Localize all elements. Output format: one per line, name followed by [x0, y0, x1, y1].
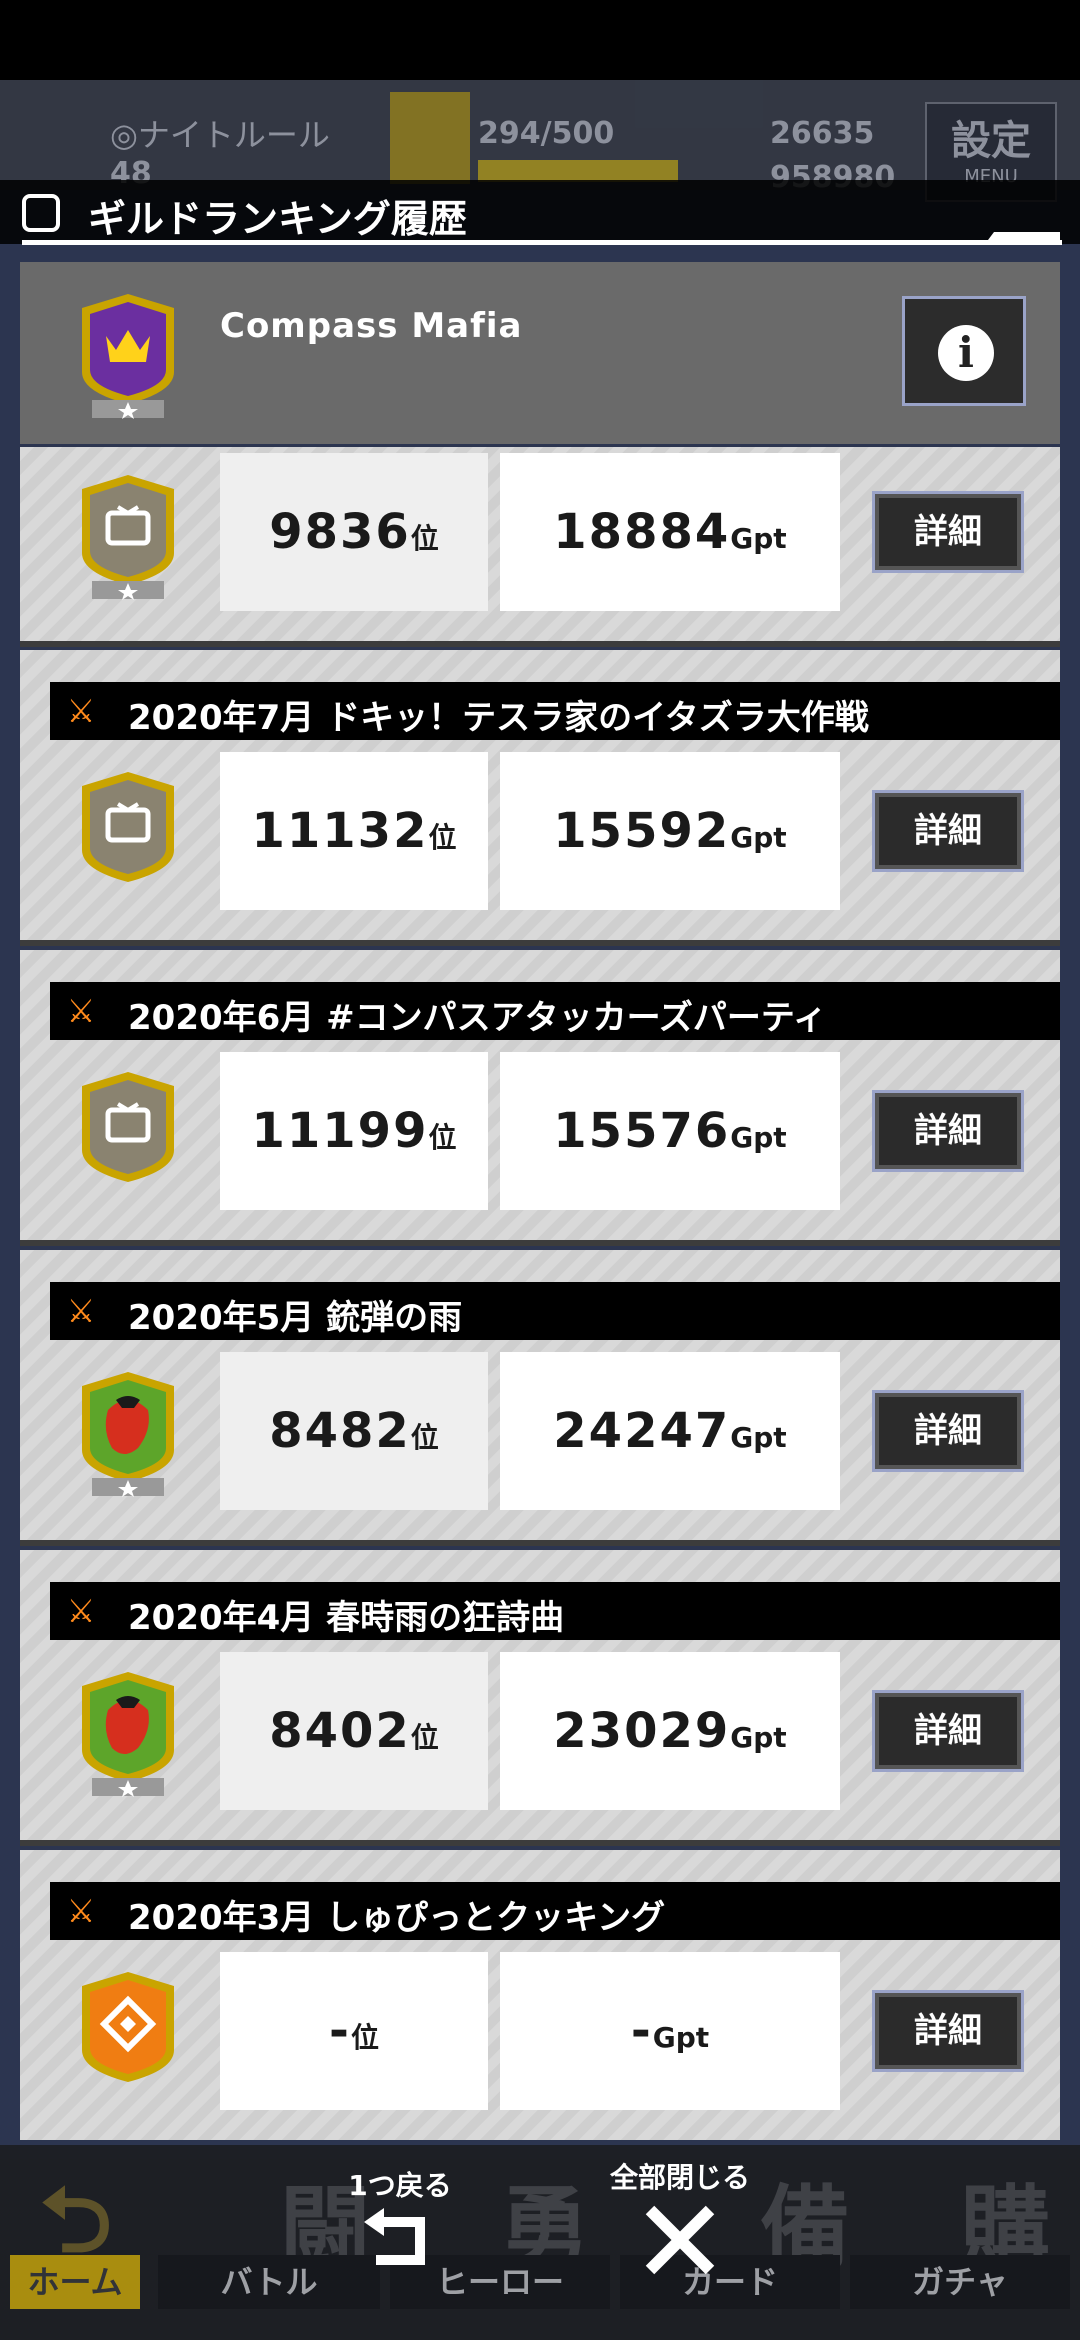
detail-button[interactable]: 詳細: [872, 790, 1024, 872]
event-bar: ⚔ 2020年3月 しゅぴっとクッキング: [50, 1882, 1060, 1940]
rank-cell: 11199位: [220, 1052, 488, 1210]
detail-button[interactable]: 詳細: [872, 1990, 1024, 2072]
back-arrow-icon: [364, 2208, 425, 2265]
modal-title-bar: ギルドランキング履歴: [0, 180, 1080, 244]
event-title: 2020年7月 ドキッ！テスラ家のイタズラ大作戦: [128, 698, 869, 738]
top-hud: ◎ナイトルール 48 294/500 26635 958980 設定 MENU: [0, 80, 1080, 202]
gpt-cell: 15576Gpt: [500, 1052, 840, 1210]
tv-emblem-icon: [82, 1072, 174, 1182]
close-icon: [645, 2205, 715, 2275]
rank-cell: 8402位: [220, 1652, 488, 1810]
title-underline-tab: [985, 232, 1060, 244]
gpt-cell: 24247Gpt: [500, 1352, 840, 1510]
guild-name: Compass Mafia: [220, 306, 523, 346]
title-underline: [22, 240, 1062, 245]
rank-cell: 11132位: [220, 752, 488, 910]
event-bar: ⚔ 2020年5月 銃弾の雨: [50, 1282, 1060, 1340]
detail-button[interactable]: 詳細: [872, 491, 1024, 573]
event-bar: ⚔ 2020年7月 ドキッ！テスラ家のイタズラ大作戦: [50, 682, 1060, 740]
event-title: 2020年6月 #コンパスアタッカーズパーティ: [128, 998, 827, 1038]
currency-coins: 26635: [770, 116, 875, 151]
crossed-swords-icon: ⚔: [66, 692, 96, 730]
event-title: 2020年5月 銃弾の雨: [128, 1298, 463, 1338]
rank-cell: -位: [220, 1952, 488, 2110]
event-bar: ⚔ 2020年6月 #コンパスアタッカーズパーティ: [50, 982, 1060, 1040]
close-all-label: 全部閉じる: [609, 2161, 750, 2194]
exp-readout: 294/500: [478, 116, 615, 151]
crossed-swords-icon: ⚔: [66, 1292, 96, 1330]
detail-button[interactable]: 詳細: [872, 1690, 1024, 1772]
exp-bar: [478, 160, 678, 182]
nav-home[interactable]: ホーム: [10, 2255, 140, 2309]
info-icon: i: [938, 325, 994, 381]
crossed-swords-icon: ⚔: [66, 1892, 96, 1930]
ranking-entry: ⚔ 2020年4月 春時雨の狂詩曲 8402位 23029Gpt 詳細: [20, 1550, 1060, 1846]
crossed-swords-icon: ⚔: [66, 1592, 96, 1630]
tv-emblem-icon: [82, 475, 174, 600]
modal-title: ギルドランキング履歴: [88, 197, 467, 241]
dragon-emblem-icon: [82, 1672, 174, 1797]
event-title: 2020年3月 しゅぴっとクッキング: [128, 1898, 666, 1938]
rank-cell: 9836位: [220, 453, 488, 611]
dragon-emblem-icon: [82, 1372, 174, 1497]
nav-gacha[interactable]: ガチャ: [850, 2255, 1070, 2309]
info-button[interactable]: i: [902, 296, 1026, 406]
ranking-entry: ⚔ 2020年7月 ドキッ！テスラ家のイタズラ大作戦 11132位 15592G…: [20, 650, 1060, 946]
close-all-button[interactable]: [640, 2200, 720, 2280]
event-title: 2020年4月 春時雨の狂詩曲: [128, 1598, 565, 1638]
settings-label: 設定: [951, 118, 1031, 164]
crossed-swords-icon: ⚔: [66, 992, 96, 1030]
event-bar: ⚔ 2020年4月 春時雨の狂詩曲: [50, 1582, 1060, 1640]
tv-emblem-icon: [82, 772, 174, 882]
gpt-cell: 15592Gpt: [500, 752, 840, 910]
nav-battle[interactable]: バトル: [158, 2255, 380, 2309]
ranking-entry: ⚔ 2020年6月 #コンパスアタッカーズパーティ 11199位 15576Gp…: [20, 950, 1060, 1246]
shield-icon: [22, 194, 60, 232]
guild-header: Compass Mafia i: [20, 262, 1060, 444]
back-label: 1つ戻る: [348, 2169, 452, 2202]
ranking-entry: 9836位 18884Gpt 詳細: [20, 447, 1060, 647]
detail-button[interactable]: 詳細: [872, 1090, 1024, 1172]
gpt-cell: 18884Gpt: [500, 453, 840, 611]
gpt-cell: -Gpt: [500, 1952, 840, 2110]
player-name: ◎ナイトルール: [110, 116, 330, 154]
ranking-entry: ⚔ 2020年5月 銃弾の雨 8482位 24247Gpt 詳細: [20, 1250, 1060, 1546]
rank-badge: [390, 92, 470, 184]
back-button[interactable]: [360, 2200, 440, 2280]
bottom-nav: ⮌ 闘 勇 備 購 ホーム バトル ヒーロー カード ガチャ: [0, 2145, 1080, 2340]
orange-emblem-icon: [82, 1972, 174, 2082]
rank-cell: 8482位: [220, 1352, 488, 1510]
crown-emblem-icon: [82, 294, 174, 419]
ranking-entry: ⚔ 2020年3月 しゅぴっとクッキング -位 -Gpt 詳細: [20, 1850, 1060, 2140]
gpt-cell: 23029Gpt: [500, 1652, 840, 1810]
detail-button[interactable]: 詳細: [872, 1390, 1024, 1472]
